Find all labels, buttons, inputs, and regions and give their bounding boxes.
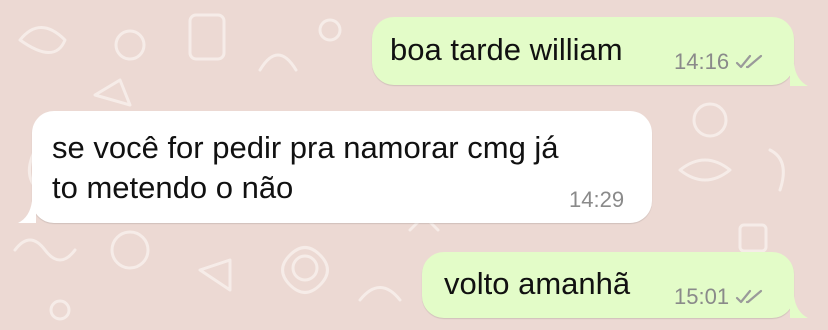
double-check-icon [735, 289, 763, 304]
message-time: 14:16 [674, 49, 730, 74]
message-text: boa tarde william [390, 32, 623, 67]
message-meta: 15:01 [674, 284, 765, 310]
bubble-tail-outgoing [790, 296, 808, 318]
message-meta: 14:29 [569, 187, 624, 213]
message-bubble-incoming[interactable]: se você for pedir pra namorar cmg já to … [32, 111, 652, 223]
message-time: 15:01 [674, 284, 730, 309]
bubble-tail-outgoing [790, 64, 808, 86]
message-text-line-1: se você for pedir pra namorar cmg já [52, 130, 559, 165]
message-bubble-outgoing[interactable]: volto amanhã 15:01 [422, 252, 794, 318]
message-time: 14:29 [569, 187, 625, 212]
message-text-line-2: to metendo o não [52, 170, 294, 205]
message-text: volto amanhã [444, 266, 631, 301]
bubble-tail-incoming [18, 201, 36, 223]
double-check-icon [735, 54, 763, 69]
message-bubble-outgoing[interactable]: boa tarde william 14:16 [372, 17, 794, 85]
message-meta: 14:16 [674, 49, 765, 75]
